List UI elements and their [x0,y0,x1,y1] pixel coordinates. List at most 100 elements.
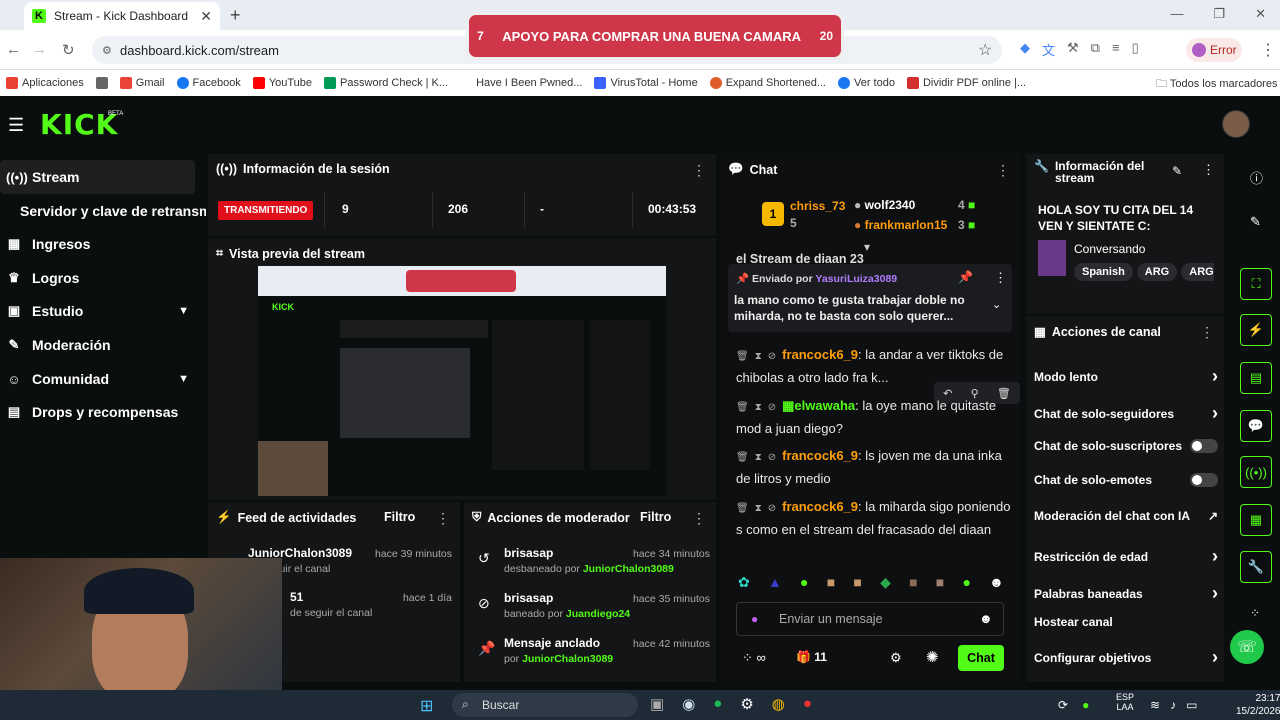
chrome-icon[interactable]: ◍ [772,695,785,713]
emote-icon[interactable]: ☻ [989,574,1004,594]
channel-action-followers-only[interactable]: Chat de solo-seguidores › [1034,403,1218,424]
rail-button-tools[interactable]: 🔧 [1240,551,1272,583]
windows-start-icon[interactable]: ⊞ [420,696,433,716]
bookmark-item[interactable]: Have I Been Pwned... [460,77,582,89]
file-explorer-icon[interactable]: ▣ [650,695,664,713]
rail-button-fullscreen[interactable]: ⛶ [1240,268,1272,300]
points-icon[interactable]: ⁘ ∞ [742,650,766,666]
stream-preview-video[interactable]: KICK [258,266,666,496]
sidebar-item-moderacion[interactable]: ✎ Moderación [0,328,195,362]
more-options-icon[interactable]: ⋮ [692,510,706,527]
rail-button-notes[interactable]: ▤ [1240,362,1272,394]
bookmark-item[interactable]: Gmail [119,77,165,89]
emote-icon[interactable]: ▲ [768,574,782,594]
minimize-icon[interactable]: — [1170,6,1183,22]
emote-icon[interactable]: ■ [936,574,944,594]
bookmark-item[interactable]: Password Check | K... [324,77,448,89]
emote-icon[interactable]: ● [962,574,970,594]
translate-icon[interactable]: 文 [1042,40,1055,59]
more-options-icon[interactable]: ⋮ [996,162,1010,179]
volume-icon[interactable]: ♪ [1170,698,1176,712]
spotify-icon[interactable]: ● [713,695,722,713]
site-info-icon[interactable]: ⚙ [102,44,112,57]
battery-icon[interactable]: ▭ [1186,698,1197,712]
extension-icon[interactable]: ⚒ [1067,40,1079,59]
sidebar-item-server-key[interactable]: Servidor y clave de retransm [0,194,206,228]
browser-menu-icon[interactable]: ⋮ [1260,40,1276,60]
chat-input[interactable]: ● Enviar un mensaje ☻ [736,602,1004,636]
app-icon[interactable]: ⚙ [740,695,753,713]
sync-icon[interactable]: ⟳ [1058,698,1068,712]
maximize-icon[interactable]: ❐ [1213,6,1225,22]
emote-icon[interactable]: ● [800,574,808,594]
more-options-icon[interactable]: ⋮ [692,162,706,179]
taskbar-search[interactable]: ⌕ Buscar [452,693,638,717]
browser-tab[interactable]: K Stream - Kick Dashboard ✕ [24,2,220,30]
sidebar-item-estudio[interactable]: ▣ Estudio ▼ [0,294,195,328]
chevron-down-icon[interactable]: ⌄ [992,298,1001,311]
unpin-icon[interactable]: 📌 [958,270,973,284]
bookmark-item[interactable]: Facebook [176,77,241,89]
bookmark-item[interactable]: Expand Shortened... [709,77,826,89]
sidebar-item-stream[interactable]: ((•)) Stream [0,160,195,194]
filter-button[interactable]: Filtro [384,510,415,524]
chat-message[interactable]: 🗑 ⧗ ⊘ francock6_9: ls joven me da una inka … [736,445,1016,489]
reload-icon[interactable]: ↻ [62,41,75,59]
channel-action-host[interactable]: Hostear canal [1034,615,1218,629]
emoji-icon[interactable]: ☻ [979,611,993,626]
rail-button-layout[interactable]: ▦ [1240,504,1272,536]
emote-icon[interactable]: ✿ [738,574,750,594]
bookmark-item[interactable] [95,77,108,89]
support-chat-icon[interactable]: ☏ [1230,630,1264,664]
sidebar-item-ingresos[interactable]: ▦ Ingresos [0,227,195,261]
mic-icon[interactable]: ● [1082,698,1089,712]
kick-logo[interactable]: KICK [40,108,118,141]
new-tab-button[interactable]: + [230,5,241,26]
bookmark-item[interactable]: Dividir PDF online |... [906,77,1026,89]
steam-icon[interactable]: ◉ [682,695,695,713]
chat-message[interactable]: 🗑 ⧗ ⊘ francock6_9: la miharda sigo poniendo… [736,496,1016,540]
forward-icon[interactable]: → [32,41,47,58]
wifi-icon[interactable]: ≋ [1150,698,1160,712]
bookmark-item[interactable]: YouTube [252,77,312,89]
emote-icon[interactable]: ■ [909,574,917,594]
emote-icon[interactable]: ■ [853,574,861,594]
extension-icon[interactable]: ◆ [1020,40,1030,59]
close-window-icon[interactable]: ✕ [1255,6,1266,22]
channel-action-goals[interactable]: Configurar objetivos › [1034,647,1218,668]
channel-action-age-restriction[interactable]: Restricción de edad › [1034,546,1218,567]
edit-icon[interactable]: ✎ [1250,214,1261,230]
more-options-icon[interactable]: ⋮ [1202,162,1215,178]
info-icon[interactable]: ⓘ [1250,168,1263,187]
sidebar-item-logros[interactable]: ♛ Logros [0,261,195,295]
bookmark-item[interactable]: Ver todo [837,77,895,89]
more-options-icon[interactable]: ⋮ [436,510,450,527]
more-options-icon[interactable]: ⋮ [1200,324,1214,341]
sidebar-item-comunidad[interactable]: ☺ Comunidad ▼ [0,362,195,396]
bookmark-item[interactable]: Aplicaciones [6,77,84,89]
emote-icon[interactable]: ◆ [880,574,891,594]
bookmark-item[interactable]: VirusTotal - Home [594,77,698,89]
profile-error-button[interactable]: Error [1186,38,1242,62]
emote-icon[interactable]: ■ [827,574,835,594]
toggle-switch[interactable] [1190,439,1218,453]
chat-settings-icon[interactable]: ⚙ [890,650,902,666]
more-options-icon[interactable]: ⋮ [994,270,1007,286]
menu-icon[interactable]: ☰ [8,115,24,136]
all-bookmarks[interactable]: 🗀 Todos los marcadores [1156,75,1277,94]
puzzle-icon[interactable]: ⧉ [1091,40,1100,59]
rail-button-broadcast[interactable]: ((•)) [1240,456,1272,488]
rail-button-chat[interactable]: 💬 [1240,410,1272,442]
user-avatar[interactable] [1222,110,1250,138]
sidepanel-icon[interactable]: ▯ [1132,40,1139,59]
filter-button[interactable]: Filtro [640,510,671,524]
close-tab-icon[interactable]: ✕ [200,8,212,25]
channel-action-subs-only[interactable]: Chat de solo-suscriptores [1034,439,1218,453]
drops-icon[interactable]: ⁘ [1250,606,1260,620]
edit-icon[interactable]: ✎ [1172,164,1182,178]
channel-action-ai-moderation[interactable]: Moderación del chat con IA ↗ [1034,509,1218,523]
taskbar-clock[interactable]: 23:17 15/2/2026 [1236,692,1280,718]
language-indicator[interactable]: ESP LAA [1116,692,1134,712]
channel-action-emotes-only[interactable]: Chat de solo-emotes [1034,473,1218,487]
channel-action-slow-mode[interactable]: Modo lento › [1034,366,1218,387]
